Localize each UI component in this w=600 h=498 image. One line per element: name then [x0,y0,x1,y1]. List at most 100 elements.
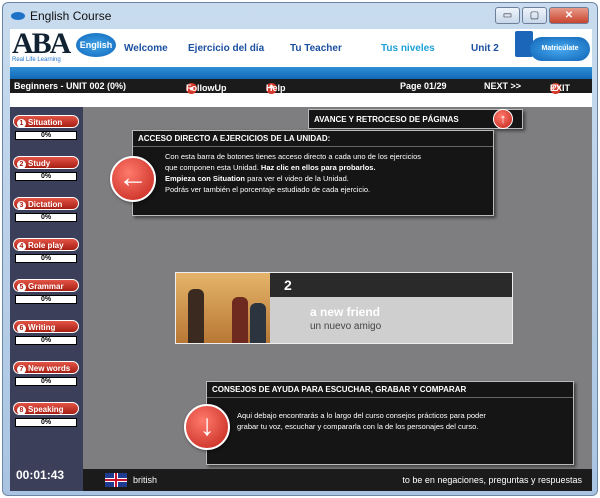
item-progress: 0% [15,418,77,427]
app-content: ABA Real Life Learning English Welcome E… [10,29,592,491]
item-number: 3 [17,201,26,210]
nav-unit-2[interactable]: Unit 2 [471,43,499,54]
character-figure [232,297,248,343]
main-area: AVANCE Y RETROCESO DE PÁGINAS ↑ ACCESO D… [10,107,592,469]
nav-welcome[interactable]: Welcome [124,43,168,54]
grammar-button[interactable]: 5 Grammar [13,279,79,292]
item-label: Role play [28,241,64,250]
direct-access-tip-body: Con esta barra de botones tienes acceso … [133,147,493,195]
item-progress: 0% [15,172,77,181]
sidebar-item-speaking[interactable]: 8 Speaking 0% [13,402,79,427]
tip-line-2a: que componen esta Unidad. [165,163,261,172]
status-bar: Beginners - UNIT 002 (0%) ● FollowUp ? Hel… [10,79,592,94]
sidebar-item-grammar[interactable]: 5 Grammar 0% [13,279,79,304]
tip-line-1: Con esta barra de botones tienes acceso … [165,152,421,161]
item-progress: 0% [15,295,77,304]
exit-label: EXIT [550,83,571,93]
logo-text: ABA [12,27,71,60]
nav-ejercicio-del-dia[interactable]: Ejercicio del día [188,43,264,54]
aba-logo[interactable]: ABA Real Life Learning [12,27,74,65]
unit-topic: to be en negaciones, preguntas y respues… [402,475,582,485]
unit-card[interactable]: 2 a new friend un nuevo amigo [175,272,513,344]
sidebar-item-writing[interactable]: 6 Writing 0% [13,320,79,345]
role-play-button[interactable]: 4 Role play [13,238,79,251]
enroll-button[interactable]: Matricúlate [530,37,590,61]
help-label: Help [266,83,286,93]
paging-tip: AVANCE Y RETROCESO DE PÁGINAS ↑ [308,109,523,129]
english-badge: English [76,33,116,57]
arrow-down-icon: ↓ [184,404,230,450]
minimize-button[interactable]: ▭ [495,7,520,24]
sidebar-item-dictation[interactable]: 3 Dictation 0% [13,197,79,222]
item-progress: 0% [15,336,77,345]
item-progress: 0% [15,213,77,222]
top-navigation: ABA Real Life Learning English Welcome E… [10,29,592,67]
unit-number-bar: 2 [270,273,512,297]
course-progress: Beginners - UNIT 002 (0%) [14,81,127,91]
tip-line-3b: para ver el video de la Unidad. [245,174,349,183]
unit-thumbnail [176,273,270,343]
study-button[interactable]: 2 Study [13,156,79,169]
accent-label: british [133,475,158,485]
advice-line-2: grabar tu voz, escuchar y compararla con… [237,422,479,431]
character-figure [250,303,266,343]
window-controls: ▭ ▢ ✕ [495,7,589,24]
nav-tu-teacher[interactable]: Tu Teacher [290,43,342,54]
maximize-button[interactable]: ▢ [522,7,547,24]
uk-flag-icon[interactable] [105,473,127,487]
sidebar-item-new-words[interactable]: 7 New words 0% [13,361,79,386]
item-label: Writing [28,323,56,332]
speaking-button[interactable]: 8 Speaking [13,402,79,415]
dictation-button[interactable]: 3 Dictation [13,197,79,210]
sidebar-item-study[interactable]: 2 Study 0% [13,156,79,181]
window-title: English Course [30,9,112,23]
item-label: Grammar [28,282,64,291]
direct-access-tip-title: ACCESO DIRECTO A EJERCICIOS DE LA UNIDAD… [133,131,493,147]
arrow-up-icon: ↑ [493,109,513,129]
item-number: 1 [17,119,26,128]
direct-access-tip: ACCESO DIRECTO A EJERCICIOS DE LA UNIDAD… [132,130,494,216]
followup-label: FollowUp [186,83,227,93]
item-progress: 0% [15,254,77,263]
situation-button[interactable]: 1 Situation [13,115,79,128]
item-number: 7 [17,365,26,374]
item-label: Dictation [28,200,63,209]
arrow-left-icon: ← [110,156,156,202]
new-words-button[interactable]: 7 New words [13,361,79,374]
item-progress: 0% [15,377,77,386]
item-label: Situation [28,118,63,127]
tip-line-2b: Haz clic en ellos para probarlos. [260,163,376,172]
item-number: 5 [17,283,26,292]
tip-line-3a: Empieza con Situation [165,174,246,183]
advice-tip: CONSEJOS DE AYUDA PARA ESCUCHAR, GRABAR … [206,381,574,465]
character-figure [188,289,204,343]
item-number: 8 [17,406,26,415]
blue-band [10,67,592,79]
unit-number: 2 [284,277,292,293]
advice-line-1: Aqui debajo encontrarás a lo largo del c… [237,411,486,420]
next-button[interactable]: NEXT >> [484,81,521,91]
item-progress: 0% [15,131,77,140]
app-icon [11,12,25,20]
item-number: 4 [17,242,26,251]
bottom-bar: british to be en negaciones, preguntas y… [83,469,592,491]
advice-tip-title: CONSEJOS DE AYUDA PARA ESCUCHAR, GRABAR … [207,382,573,398]
sidebar-item-situation[interactable]: 1 Situation 0% [13,115,79,140]
unit-title: a new friend [310,305,381,319]
item-label: New words [28,364,71,373]
tip-line-2: que componen esta Unidad. Haz clic en el… [165,162,487,173]
writing-button[interactable]: 6 Writing [13,320,79,333]
close-button[interactable]: ✕ [549,7,589,24]
sidebar-item-role-play[interactable]: 4 Role play 0% [13,238,79,263]
item-label: Speaking [28,405,64,414]
tip-line-4: Podrás ver también el porcentaje estudia… [165,185,371,194]
advice-tip-body: Aqui debajo encontrarás a lo largo del c… [207,398,573,432]
app-window: English Course ▭ ▢ ✕ ABA Real Life Learn… [2,2,598,496]
nav-tus-niveles[interactable]: Tus niveles [381,43,435,54]
item-number: 2 [17,160,26,169]
page-indicator: Page 01/29 [400,81,447,91]
unit-subtitle: un nuevo amigo [310,321,382,332]
session-timer: 00:01:43 [16,468,65,482]
item-label: Study [28,159,51,168]
paging-tip-title: AVANCE Y RETROCESO DE PÁGINAS [314,115,459,124]
